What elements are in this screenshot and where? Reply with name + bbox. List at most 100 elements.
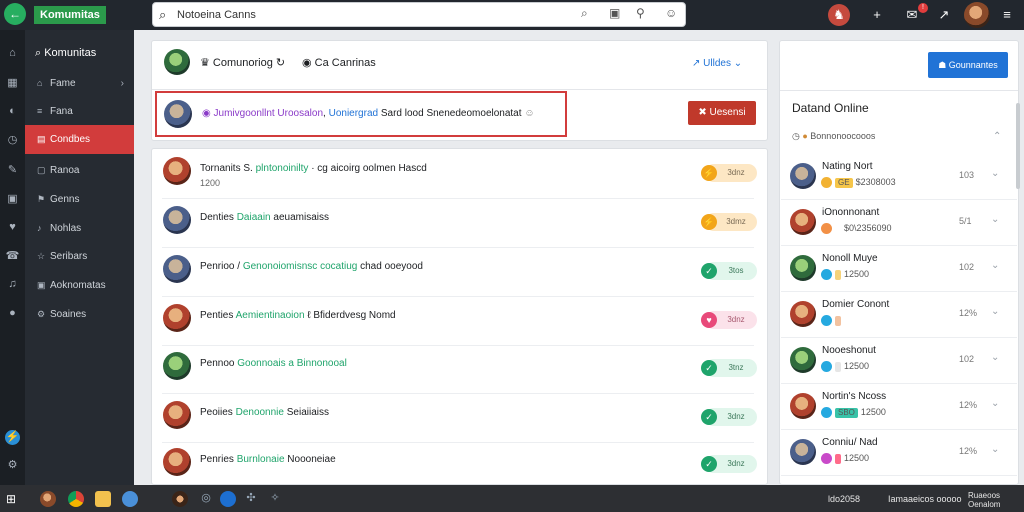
message-box[interactable]: ◉ Jumivgoonllnt Uroosalon, Uoniergrad Sa…: [155, 91, 567, 137]
emoji-icon: ☺: [524, 108, 535, 119]
status-icon: ✓: [701, 409, 717, 425]
feed-line[interactable]: Penries Burnlonaie Noooneiae: [200, 454, 336, 465]
profile-avatar[interactable]: [964, 2, 990, 28]
online-user-row[interactable]: Domier Conont 12% ⌄: [781, 293, 1017, 338]
chevron-down-icon[interactable]: ⌄: [991, 168, 999, 179]
feed-badge[interactable]: ♥ 3dnz: [701, 311, 757, 329]
back-icon[interactable]: ←: [4, 3, 26, 25]
community-a[interactable]: ♛ Comunoriog ↻: [200, 56, 285, 69]
brand-logo[interactable]: Komumitas: [34, 6, 106, 24]
feed-line[interactable]: Pennoo Goonnoais a Binnonooal: [200, 358, 347, 369]
action-button[interactable]: ✖ Uesensi: [688, 101, 756, 125]
start-icon[interactable]: ⊞: [6, 491, 22, 507]
sidebar-item-genns[interactable]: ⚑ Genns: [25, 185, 134, 214]
lightning-icon[interactable]: ⚡: [5, 430, 20, 445]
user-tag: [835, 269, 841, 280]
panel-filter[interactable]: ◷ ● Bonnonoocooos: [792, 131, 875, 142]
globe-icon[interactable]: [122, 491, 138, 507]
sidebar-item-nohlas[interactable]: ♪ Nohlas: [25, 214, 134, 243]
chevron-right-icon: ›: [120, 78, 124, 89]
feed-avatar[interactable]: [163, 352, 191, 380]
chevron-up-icon[interactable]: ⌃: [993, 131, 1001, 142]
search-bar[interactable]: ⌕ ⌕ ▣ ⚲ ☺: [152, 2, 686, 27]
feed-avatar[interactable]: [163, 448, 191, 476]
community-avatar[interactable]: [164, 49, 190, 75]
feed-avatar[interactable]: [163, 401, 191, 429]
chevron-down-icon[interactable]: ⌄: [991, 214, 999, 225]
gear-icon[interactable]: ✧: [267, 491, 283, 507]
globe-icon[interactable]: ◐: [5, 104, 20, 119]
user-name: iOnonnonant: [822, 207, 880, 218]
search-icon: ⌕: [35, 47, 45, 59]
feed-avatar[interactable]: [163, 255, 191, 283]
feed-line[interactable]: Denties Daiaain aeuamisaiss: [200, 212, 329, 223]
chevron-down-icon[interactable]: ⌄: [991, 306, 999, 317]
feed-badge[interactable]: ✓ 3dnz: [701, 455, 757, 473]
edit-icon[interactable]: ✎: [5, 163, 20, 178]
group-icon: ▤: [37, 134, 46, 144]
feed-avatar[interactable]: [163, 157, 191, 185]
chevron-down-icon[interactable]: ⌄: [991, 398, 999, 409]
menu-icon[interactable]: ≡: [996, 4, 1018, 26]
grid-icon[interactable]: ▦: [5, 76, 20, 91]
folder-icon[interactable]: [95, 491, 111, 507]
sidebar-item-fame[interactable]: ⌂ Fame ›: [25, 69, 134, 98]
feed-line[interactable]: Penrioo / Genonoiomisnsc cocatiug chad o…: [200, 261, 423, 272]
music-icon[interactable]: ♫: [5, 277, 20, 292]
steam-icon[interactable]: ◎: [198, 491, 214, 507]
smile-icon[interactable]: ☺: [665, 6, 677, 20]
network-icon[interactable]: ✣: [243, 491, 259, 507]
feed-badge[interactable]: ⚡ 3dnz: [701, 164, 757, 182]
online-user-row[interactable]: Nonoll Muye 12500 102 ⌄: [781, 247, 1017, 292]
users-icon: ☗: [938, 60, 949, 70]
feed-avatar[interactable]: [163, 304, 191, 332]
search-icon[interactable]: ⌕: [581, 6, 588, 21]
home-icon[interactable]: ⌂: [5, 46, 20, 61]
community-b[interactable]: ◉ Ca Canrinas: [302, 56, 376, 69]
filter-dropdown[interactable]: ↗ Ulldes ⌄: [692, 58, 742, 69]
phone-icon[interactable]: ☎: [5, 249, 20, 264]
chevron-down-icon[interactable]: ⌄: [991, 444, 999, 455]
online-user-row[interactable]: Nating Nort GE $2308003 103 ⌄: [781, 155, 1017, 200]
image-icon[interactable]: ▣: [609, 6, 620, 20]
feed-badge[interactable]: ✓ 3dnz: [701, 408, 757, 426]
primary-button[interactable]: ☗ Gounnantes: [928, 52, 1008, 78]
chevron-down-icon[interactable]: ⌄: [991, 352, 999, 363]
user-value: 12%: [959, 400, 978, 410]
settings-icon[interactable]: ⚙: [5, 458, 20, 473]
image-icon[interactable]: ▣: [5, 192, 20, 207]
heart-icon[interactable]: ♥: [5, 220, 20, 235]
feed-badge[interactable]: ⚡ 3dmz: [701, 213, 757, 231]
search-input[interactable]: [177, 6, 567, 23]
online-user-row[interactable]: iOnonnonant $0\2356090 5/1 ⌄: [781, 201, 1017, 246]
sidebar-item-aoknomatas[interactable]: ▣ Aoknomatas: [25, 271, 134, 300]
user-tag: [835, 223, 841, 234]
feed-badge[interactable]: ✓ 3tnz: [701, 359, 757, 377]
feed-line[interactable]: Penties Aemientinaoion ℓ Bfiderdvesg Nom…: [200, 310, 396, 321]
user-avatar[interactable]: [40, 491, 56, 507]
filter-icon[interactable]: ⚲: [636, 6, 645, 20]
contact-avatar[interactable]: [172, 491, 188, 507]
share-icon[interactable]: ↗: [933, 4, 955, 26]
sidebar-item-soaines[interactable]: ⚙ Soaines: [25, 300, 134, 329]
sidebar-item-seribars[interactable]: ☆ Seribars: [25, 242, 134, 271]
status-icon: [821, 315, 832, 327]
time-icon[interactable]: ◷: [5, 133, 20, 148]
chevron-down-icon[interactable]: ⌄: [991, 260, 999, 271]
online-user-row[interactable]: Conniu/ Nad 12500 12% ⌄: [781, 431, 1017, 476]
notification-icon[interactable]: ♞: [828, 4, 850, 26]
feed-line[interactable]: Tornanits S. plntonoinilty · cg aicoirg …: [200, 163, 427, 174]
feed-line[interactable]: Peoiies Denoonnie Seiaiiaiss: [200, 407, 329, 418]
sidebar-item-ranoa[interactable]: ▢ Ranoa: [25, 156, 134, 185]
sidebar-item-fana[interactable]: ≡ Fana: [25, 97, 134, 126]
browser-icon[interactable]: [68, 491, 84, 507]
plus-icon[interactable]: +: [866, 4, 888, 26]
feed-badge[interactable]: ✓ 3tos: [701, 262, 757, 280]
sidebar-item-condbes[interactable]: ▤ Condbes: [25, 125, 134, 154]
online-user-row[interactable]: Nooeshonut 12500 102 ⌄: [781, 339, 1017, 384]
trend-icon: ↗: [692, 58, 704, 69]
user-icon[interactable]: ●: [5, 306, 20, 321]
online-user-row[interactable]: Nortin's Ncoss SBO 12500 12% ⌄: [781, 385, 1017, 430]
app-icon[interactable]: [220, 491, 236, 507]
feed-avatar[interactable]: [163, 206, 191, 234]
